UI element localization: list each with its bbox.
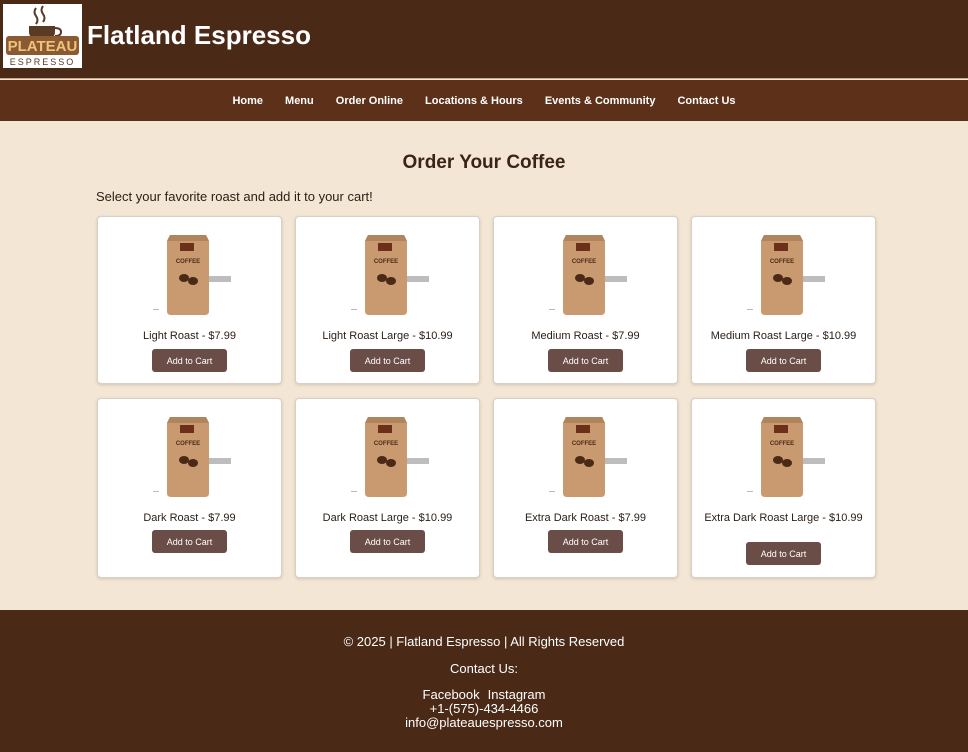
add-to-cart-button[interactable]: Add to Cart <box>152 530 227 553</box>
coffee-bag-image: COFFEE <box>153 417 231 497</box>
facebook-link[interactable]: Facebook <box>423 687 480 702</box>
coffee-bag-image: COFFEE <box>549 417 627 497</box>
coffee-bag-image: COFFEE <box>747 235 825 315</box>
nav-item-locations-hours[interactable]: Locations & Hours <box>425 95 523 107</box>
bag-label: COFFEE <box>176 441 200 447</box>
coffee-bag-image: COFFEE <box>351 235 429 315</box>
bag-label: COFFEE <box>572 441 596 447</box>
main-content: Order Your Coffee Select your favorite r… <box>0 121 968 610</box>
coffee-bag-image: COFFEE <box>153 235 231 315</box>
logo[interactable]: PLATEAU ESPRESSO <box>3 4 82 68</box>
product-name: Light Roast Large - $10.99 <box>322 330 453 342</box>
product-card: COFFEE Dark Roast - $7.99 Add to Cart <box>97 398 282 578</box>
bag-label: COFFEE <box>770 259 794 265</box>
product-name: Extra Dark Roast - $7.99 <box>524 512 647 524</box>
product-card: COFFEE Light Roast - $7.99 Add to Cart <box>97 216 282 384</box>
add-to-cart-button[interactable]: Add to Cart <box>350 349 425 372</box>
add-to-cart-button[interactable]: Add to Cart <box>152 349 227 372</box>
page-title: Order Your Coffee <box>402 152 566 173</box>
add-to-cart-button[interactable]: Add to Cart <box>746 542 821 565</box>
bag-label: COFFEE <box>770 441 794 447</box>
phone-number: +1-(575)-434-4466 <box>429 701 539 716</box>
product-name: Extra Dark Roast Large - $10.99 <box>704 512 863 524</box>
brand-title: Flatland Espresso <box>87 20 311 50</box>
nav-item-home[interactable]: Home <box>232 95 263 107</box>
product-card: COFFEE Light Roast Large - $10.99 Add to… <box>295 216 480 384</box>
product-name: Dark Roast - $7.99 <box>143 512 236 524</box>
add-to-cart-button[interactable]: Add to Cart <box>350 530 425 553</box>
product-name: Light Roast - $7.99 <box>143 330 236 342</box>
coffee-bag-image: COFFEE <box>549 235 627 315</box>
product-name: Medium Roast Large - $10.99 <box>710 330 857 342</box>
product-card: COFFEE Medium Roast - $7.99 Add to Cart <box>493 216 678 384</box>
product-card: COFFEE Extra Dark Roast - $7.99 Add to C… <box>493 398 678 578</box>
site-header: PLATEAU ESPRESSO Flatland Espresso <box>0 0 968 79</box>
product-name: Medium Roast - $7.99 <box>531 330 640 342</box>
coffee-bag-image: COFFEE <box>351 417 429 497</box>
instagram-link[interactable]: Instagram <box>488 687 546 702</box>
bag-label: COFFEE <box>374 259 398 265</box>
add-to-cart-button[interactable]: Add to Cart <box>746 349 821 372</box>
product-name: Dark Roast Large - $10.99 <box>322 512 453 524</box>
nav-item-menu[interactable]: Menu <box>285 95 314 107</box>
product-card: COFFEE Dark Roast Large - $10.99 Add to … <box>295 398 480 578</box>
logo-top-word: PLATEAU <box>8 38 78 55</box>
email-address: info@plateauespresso.com <box>405 715 563 730</box>
coffee-bag-image: COFFEE <box>747 417 825 497</box>
coffee-cup-icon: PLATEAU ESPRESSO <box>6 5 79 67</box>
add-to-cart-button[interactable]: Add to Cart <box>548 349 623 372</box>
social-links: Facebook Instagram <box>0 687 968 702</box>
nav-item-events-community[interactable]: Events & Community <box>545 95 656 107</box>
nav-item-contact-us[interactable]: Contact Us <box>677 95 735 107</box>
nav-item-order-online[interactable]: Order Online <box>336 95 403 107</box>
bag-label: COFFEE <box>176 259 200 265</box>
product-card: COFFEE Medium Roast Large - $10.99 Add t… <box>691 216 876 384</box>
copyright-text: © 2025 | Flatland Espresso | All Rights … <box>343 634 625 649</box>
site-footer: © 2025 | Flatland Espresso | All Rights … <box>0 610 968 752</box>
add-to-cart-button[interactable]: Add to Cart <box>548 530 623 553</box>
bag-label: COFFEE <box>374 441 398 447</box>
logo-bottom-word: ESPRESSO <box>10 57 76 67</box>
intro-text: Select your favorite roast and add it to… <box>96 189 373 204</box>
bag-label: COFFEE <box>572 259 596 265</box>
main-nav: Home Menu Order Online Locations & Hours… <box>0 80 968 121</box>
contact-label: Contact Us: <box>450 661 518 676</box>
product-card: COFFEE Extra Dark Roast Large - $10.99 A… <box>691 398 876 578</box>
